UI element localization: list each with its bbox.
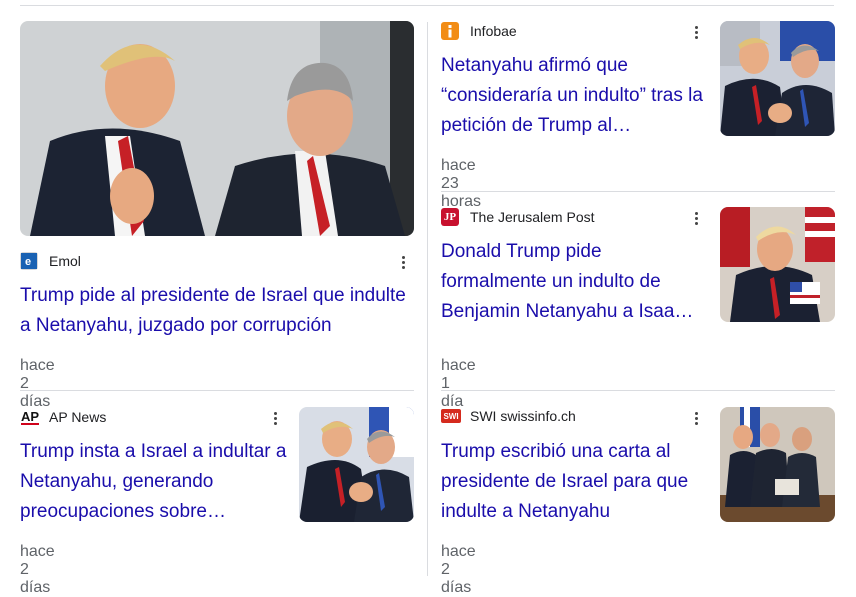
source-name: The Jerusalem Post [470,209,595,225]
swi-logo-icon: SWI [441,409,461,423]
timestamp: hace 1 día [441,357,476,410]
emol-logo-icon: e [20,252,38,270]
source-row: Infobae [441,22,517,40]
timestamp: hace 2 días [441,543,476,596]
card-divider [441,390,835,391]
more-options-button[interactable] [265,408,285,428]
more-options-button[interactable] [686,408,706,428]
news-thumbnail[interactable] [720,407,835,522]
news-thumbnail[interactable] [720,21,835,136]
news-image[interactable] [20,21,414,236]
logo-text: AP [20,408,40,425]
timestamp: hace 23 horas [441,157,482,210]
source-name: SWI swissinfo.ch [470,408,576,424]
source-row: JP The Jerusalem Post [441,208,595,226]
source-row: AP AP News [20,408,106,426]
card-divider [20,390,414,391]
ap-news-logo-icon: AP [20,408,40,426]
headline-link[interactable]: Netanyahu afirmó que “consideraría un in… [441,51,711,141]
logo-text: SWI [443,411,459,421]
more-options-button[interactable] [686,22,706,42]
headline-link[interactable]: Trump pide al presidente de Israel que i… [20,281,420,341]
infobae-logo-icon [441,22,459,40]
logo-text: JP [443,211,457,223]
source-name: Emol [49,253,81,269]
source-name: AP News [49,409,107,425]
more-options-button[interactable] [393,252,413,272]
source-row: e Emol [20,252,81,270]
timestamp: hace 2 días [20,357,55,410]
svg-text:e: e [25,256,31,268]
card-divider [441,191,835,192]
source-name: Infobae [470,23,517,39]
timestamp: hace 2 días [20,543,55,596]
headline-link[interactable]: Donald Trump pide formalmente un indulto… [441,237,711,327]
top-divider [20,5,834,6]
column-divider [427,22,428,576]
source-row: SWI SWI swissinfo.ch [441,408,576,424]
headline-link[interactable]: Trump escribió una carta al presidente d… [441,437,711,527]
news-thumbnail[interactable] [720,207,835,322]
news-thumbnail[interactable] [299,407,414,522]
headline-link[interactable]: Trump insta a Israel a indultar a Netany… [20,437,290,527]
more-options-button[interactable] [686,208,706,228]
jerusalem-post-logo-icon: JP [441,208,459,226]
